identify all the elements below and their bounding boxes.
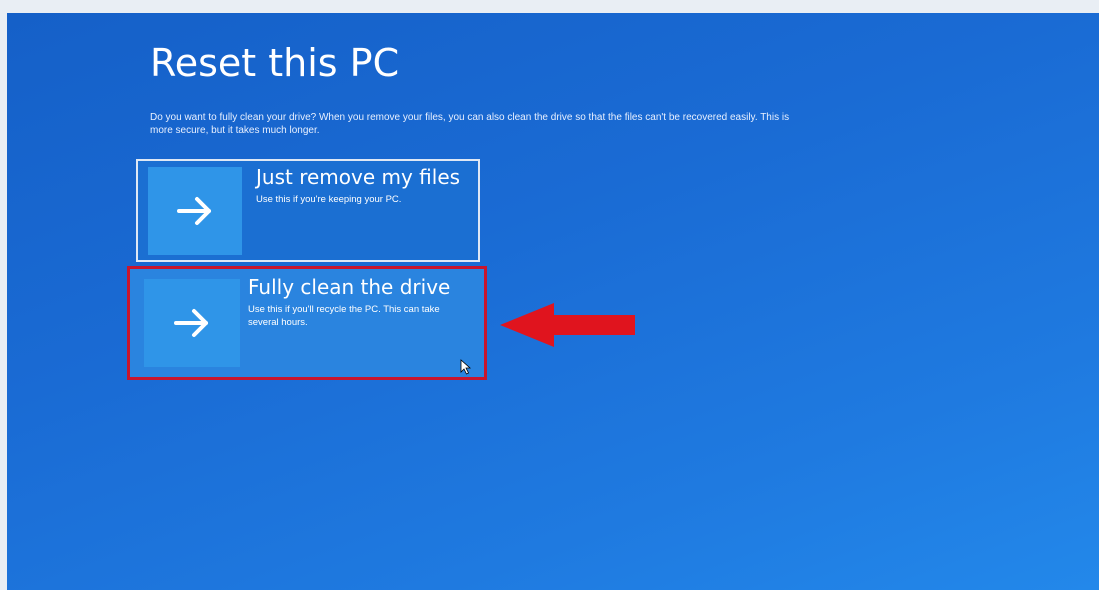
option-description: Use this if you're keeping your PC. <box>256 194 402 205</box>
arrow-right-icon <box>177 197 211 225</box>
option-description: Use this if you'll recycle the PC. This … <box>248 304 440 328</box>
option-tile <box>144 279 240 367</box>
arrow-right-icon <box>174 309 208 337</box>
reset-pc-screen: Reset this PC Do you want to fully clean… <box>7 13 1099 590</box>
red-arrow-left-icon <box>500 303 635 347</box>
option-tile <box>148 167 242 255</box>
page-description: Do you want to fully clean your drive? W… <box>150 112 790 136</box>
option-just-remove-files[interactable]: Just remove my files Use this if you're … <box>136 159 480 262</box>
mouse-cursor-icon <box>460 359 472 375</box>
option-fully-clean-drive[interactable]: Fully clean the drive Use this if you'll… <box>127 266 487 380</box>
option-title: Fully clean the drive <box>248 275 451 299</box>
option-title: Just remove my files <box>256 165 461 189</box>
page-title: Reset this PC <box>150 41 400 85</box>
